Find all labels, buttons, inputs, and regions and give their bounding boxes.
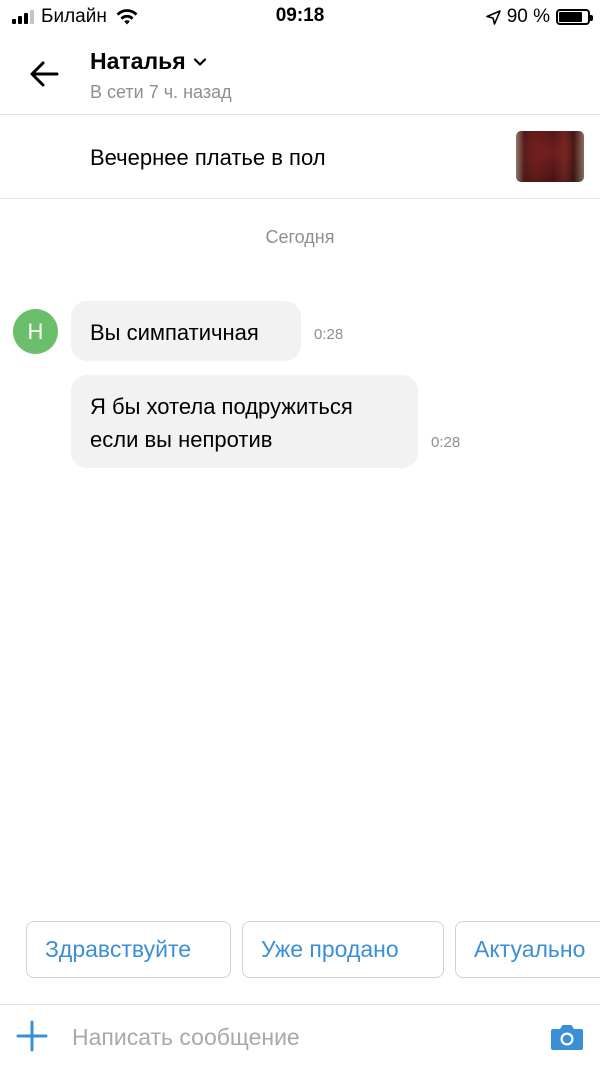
plus-icon bbox=[16, 1020, 48, 1052]
back-button[interactable] bbox=[26, 56, 62, 92]
contact-online-status: В сети 7 ч. назад bbox=[90, 82, 232, 102]
arrow-left-icon bbox=[30, 61, 59, 87]
location-arrow-icon bbox=[485, 9, 501, 25]
battery-level-fill bbox=[559, 12, 582, 22]
status-bar-right: 90 % bbox=[485, 6, 593, 28]
chat-header: Наталья В сети 7 ч. назад bbox=[0, 34, 600, 115]
contact-name: Наталья bbox=[90, 48, 186, 74]
chat-screen: Билайн 09:18 90 % Наталья В сети 7 ч. на… bbox=[0, 0, 600, 1066]
listing-thumbnail[interactable] bbox=[516, 131, 584, 182]
status-bar: Билайн 09:18 90 % bbox=[0, 0, 600, 34]
message-bubble[interactable]: Я бы хотела подружиться если вы непротив bbox=[71, 375, 418, 468]
message-time: 0:28 bbox=[314, 326, 344, 343]
battery-icon bbox=[556, 9, 593, 25]
quick-reply-sold[interactable]: Уже продано bbox=[242, 921, 444, 978]
message-text-line: если вы непротив bbox=[90, 427, 273, 452]
quick-replies: Здравствуйте Уже продано Актуально bbox=[0, 921, 600, 979]
quick-reply-available[interactable]: Актуально bbox=[455, 921, 600, 978]
chevron-down-icon bbox=[193, 57, 207, 67]
camera-icon bbox=[551, 1025, 583, 1050]
battery-percent: 90 % bbox=[506, 6, 550, 27]
message-text-line: Вы симпатичная bbox=[90, 320, 259, 345]
compose-bar bbox=[0, 1004, 600, 1066]
message-input[interactable] bbox=[72, 1020, 532, 1054]
contact-name-dropdown[interactable]: Наталья bbox=[90, 48, 207, 75]
message-text-line: Я бы хотела подружиться bbox=[90, 394, 353, 419]
quick-reply-hello[interactable]: Здравствуйте bbox=[26, 921, 231, 978]
message-bubble[interactable]: Вы симпатичная bbox=[71, 301, 301, 361]
avatar[interactable]: Н bbox=[13, 309, 58, 354]
date-separator: Сегодня bbox=[265, 227, 335, 247]
camera-button[interactable] bbox=[550, 1023, 584, 1051]
attach-button[interactable] bbox=[15, 1019, 49, 1053]
message-time: 0:28 bbox=[431, 434, 461, 451]
listing-title: Вечернее платье в пол bbox=[90, 145, 326, 170]
listing-reference[interactable]: Вечернее платье в пол bbox=[0, 115, 600, 199]
